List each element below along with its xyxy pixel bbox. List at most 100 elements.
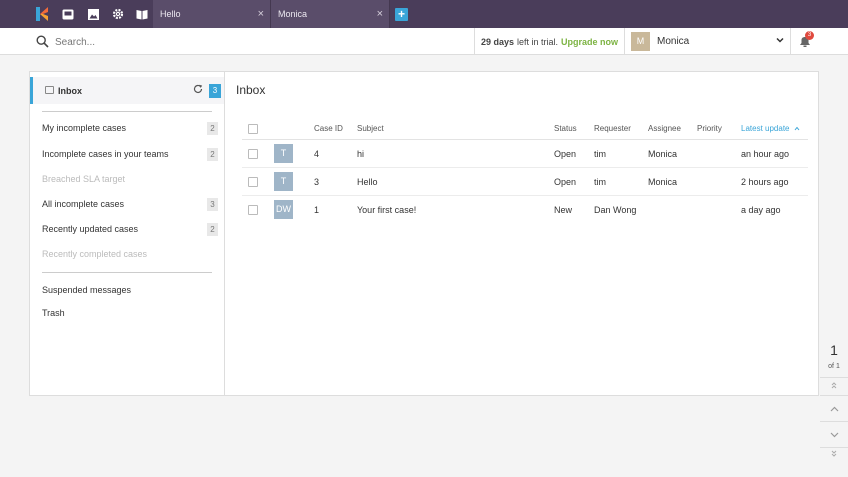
- sort-asc-icon: [794, 126, 800, 131]
- page-total: of 1: [828, 363, 840, 370]
- refresh-icon[interactable]: [193, 84, 203, 97]
- column-header[interactable]: Assignee: [648, 124, 681, 133]
- upgrade-link[interactable]: Upgrade now: [561, 37, 618, 47]
- case-requester: tim: [594, 149, 606, 159]
- inbox-icon: [45, 86, 54, 94]
- search-bar: 29 days left in trial. Upgrade now M Mon…: [0, 28, 848, 55]
- trial-text: left in trial.: [517, 36, 559, 47]
- sidebar-item-label: Recently updated cases: [42, 224, 139, 234]
- image-icon[interactable]: [84, 5, 102, 23]
- chevron-down-icon: [776, 37, 784, 43]
- divider: [42, 272, 212, 273]
- row-checkbox[interactable]: [248, 205, 258, 215]
- user-menu[interactable]: M Monica: [625, 28, 791, 55]
- sidebar-item-label: Inbox: [58, 86, 82, 96]
- case-subject[interactable]: hi: [357, 149, 364, 159]
- sidebar-item-recently-completed[interactable]: Recently completed cases: [42, 248, 219, 262]
- sidebar-item-label: Incomplete cases in your teams: [42, 149, 169, 159]
- case-assignee: Monica: [648, 177, 678, 187]
- case-subject[interactable]: Your first case!: [357, 205, 416, 215]
- add-tab-button[interactable]: +: [395, 8, 408, 21]
- first-page-button[interactable]: [820, 377, 848, 395]
- sidebar: Inbox 3 My incomplete cases 2 Incomplete…: [30, 72, 225, 395]
- sidebar-item-inbox[interactable]: Inbox 3: [30, 77, 224, 104]
- select-all-checkbox[interactable]: [248, 124, 258, 134]
- last-page-button[interactable]: [820, 447, 848, 464]
- sidebar-item-label: Breached SLA target: [42, 174, 126, 184]
- sidebar-item-label: Trash: [42, 308, 65, 318]
- avatar: T: [274, 172, 293, 191]
- column-header[interactable]: Priority: [697, 124, 722, 133]
- tab-label: Hello: [160, 9, 181, 19]
- sidebar-item-recently-updated[interactable]: Recently updated cases 2: [42, 223, 219, 237]
- user-name: Monica: [657, 36, 690, 47]
- sidebar-item-label: Recently completed cases: [42, 249, 148, 259]
- case-id: 3: [314, 177, 320, 187]
- case-list: Inbox Case ID Subject Status Requester A…: [225, 72, 818, 395]
- case-latest-update: a day ago: [741, 205, 781, 215]
- table-header: Case ID Subject Status Requester Assigne…: [242, 119, 808, 140]
- prev-page-button[interactable]: [820, 395, 848, 421]
- column-header-label: Latest update: [741, 124, 790, 133]
- column-header[interactable]: Status: [554, 124, 577, 133]
- trial-notice: 29 days left in trial. Upgrade now: [474, 28, 625, 55]
- notification-badge: 3: [805, 31, 814, 40]
- trial-days: 29 days: [480, 36, 514, 47]
- column-header[interactable]: Requester: [594, 124, 631, 133]
- row-checkbox[interactable]: [248, 149, 258, 159]
- logo-icon[interactable]: [34, 6, 50, 22]
- column-header[interactable]: Case ID: [314, 124, 343, 133]
- case-requester: Dan Wong: [594, 205, 637, 215]
- book-icon[interactable]: [133, 5, 151, 23]
- sidebar-item-trash[interactable]: Trash: [42, 307, 219, 321]
- next-page-button[interactable]: [820, 421, 848, 447]
- table-row[interactable]: T 3 Hello Open tim Monica 2 hours ago: [242, 168, 808, 196]
- sidebar-item-suspended[interactable]: Suspended messages: [42, 284, 219, 298]
- count-badge: 3: [207, 198, 218, 211]
- divider: [42, 111, 212, 112]
- top-bar: Hello × Monica × +: [0, 0, 848, 28]
- sidebar-item-team-incomplete[interactable]: Incomplete cases in your teams 2: [42, 148, 219, 162]
- table-row[interactable]: DW 1 Your first case! New Dan Wong a day…: [242, 196, 808, 224]
- search-input[interactable]: [55, 34, 455, 50]
- case-status: Open: [554, 149, 577, 159]
- case-assignee: Monica: [648, 149, 678, 159]
- avatar: DW: [274, 200, 293, 219]
- case-requester: tim: [594, 177, 606, 187]
- sidebar-item-breached-sla[interactable]: Breached SLA target: [42, 173, 219, 187]
- chevron-up-icon: [830, 406, 838, 412]
- tab-hello[interactable]: Hello ×: [153, 0, 271, 28]
- case-status: Open: [554, 177, 577, 187]
- chevron-down-icon: [830, 432, 838, 438]
- column-header-sorted[interactable]: Latest update: [741, 124, 800, 133]
- sidebar-item-label: Suspended messages: [42, 285, 132, 295]
- tab-monica[interactable]: Monica ×: [271, 0, 390, 28]
- close-icon[interactable]: ×: [377, 8, 383, 20]
- tab-label: Monica: [278, 9, 308, 19]
- count-badge: 2: [207, 223, 218, 236]
- sidebar-item-all-incomplete[interactable]: All incomplete cases 3: [42, 198, 219, 212]
- page-title: Inbox: [236, 83, 266, 97]
- close-icon[interactable]: ×: [258, 8, 264, 20]
- avatar: T: [274, 144, 293, 163]
- case-latest-update: an hour ago: [741, 149, 790, 159]
- case-latest-update: 2 hours ago: [741, 177, 789, 187]
- row-checkbox[interactable]: [248, 177, 258, 187]
- inbox-icon[interactable]: [59, 5, 77, 23]
- double-chevron-down-icon: [831, 450, 837, 457]
- sidebar-item-my-incomplete[interactable]: My incomplete cases 2: [42, 122, 219, 136]
- count-badge: 2: [207, 122, 218, 135]
- column-header[interactable]: Subject: [357, 124, 384, 133]
- inbox-count-badge: 3: [209, 84, 221, 98]
- count-badge: 2: [207, 148, 218, 161]
- case-id: 1: [314, 205, 320, 215]
- table-row[interactable]: T 4 hi Open tim Monica an hour ago: [242, 140, 808, 168]
- sidebar-item-label: My incomplete cases: [42, 123, 127, 133]
- search-icon: [36, 35, 49, 48]
- double-chevron-up-icon: [831, 382, 837, 389]
- gear-icon[interactable]: [109, 5, 127, 23]
- case-subject[interactable]: Hello: [357, 177, 378, 187]
- case-status: New: [554, 205, 573, 215]
- avatar: M: [631, 32, 650, 51]
- page-number: 1: [830, 342, 838, 358]
